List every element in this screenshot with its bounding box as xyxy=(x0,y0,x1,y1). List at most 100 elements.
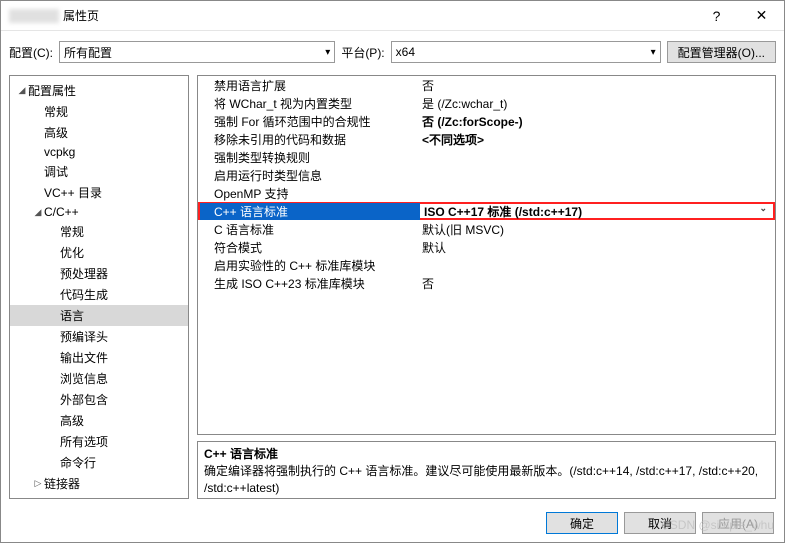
description-panel: C++ 语言标准 确定编译器将强制执行的 C++ 语言标准。建议尽可能使用最新版… xyxy=(197,441,776,499)
nav-tree[interactable]: ◢配置属性常规高级vcpkg调试VC++ 目录◢C/C++常规优化预处理器代码生… xyxy=(9,75,189,499)
property-row[interactable]: 强制 For 循环范围中的合规性否 (/Zc:forScope-) xyxy=(198,112,775,130)
platform-label: 平台(P): xyxy=(341,44,384,61)
tree-item[interactable]: 预编译头 xyxy=(10,326,188,347)
property-row[interactable]: 移除未引用的代码和数据<不同选项> xyxy=(198,130,775,148)
property-key: 强制 For 循环范围中的合规性 xyxy=(198,113,418,130)
tree-item-label: 清单工具 xyxy=(44,496,92,499)
tree-item-label: VC++ 目录 xyxy=(44,184,102,201)
config-value: 所有配置 xyxy=(64,44,112,61)
tree-item-label: 预处理器 xyxy=(60,265,108,282)
tree-twisty-icon: ◢ xyxy=(32,207,44,218)
tree-item[interactable]: ▷清单工具 xyxy=(10,494,188,499)
property-row[interactable]: 将 WChar_t 视为内置类型是 (/Zc:wchar_t) xyxy=(198,94,775,112)
tree-item-label: 预编译头 xyxy=(60,328,108,345)
property-row[interactable]: 启用实验性的 C++ 标准库模块 xyxy=(198,256,775,274)
description-title: C++ 语言标准 xyxy=(204,446,769,463)
property-key: 启用运行时类型信息 xyxy=(198,167,418,184)
tree-twisty-icon: ◢ xyxy=(16,85,28,96)
property-key: 强制类型转换规则 xyxy=(198,149,418,166)
tree-item[interactable]: 常规 xyxy=(10,101,188,122)
property-key: 启用实验性的 C++ 标准库模块 xyxy=(198,257,418,274)
tree-item[interactable]: 浏览信息 xyxy=(10,368,188,389)
property-row[interactable]: C 语言标准默认(旧 MSVC) xyxy=(198,220,775,238)
app-name-blur xyxy=(9,9,59,23)
chevron-down-icon: ▾ xyxy=(651,47,656,58)
tree-item[interactable]: 预处理器 xyxy=(10,263,188,284)
apply-button[interactable]: 应用(A) xyxy=(702,512,774,534)
property-row[interactable]: 符合模式默认 xyxy=(198,238,775,256)
tree-item[interactable]: 优化 xyxy=(10,242,188,263)
tree-item-label: 常规 xyxy=(60,223,84,240)
tree-item-label: 链接器 xyxy=(44,475,80,492)
tree-item[interactable]: 常规 xyxy=(10,221,188,242)
tree-item[interactable]: 输出文件 xyxy=(10,347,188,368)
property-value: 默认(旧 MSVC) xyxy=(418,221,775,238)
tree-item[interactable]: 高级 xyxy=(10,410,188,431)
property-key: 禁用语言扩展 xyxy=(198,77,418,94)
titlebar: 属性页 ? ✕ xyxy=(1,1,784,31)
config-combo[interactable]: 所有配置 ▾ xyxy=(59,41,335,63)
chevron-down-icon[interactable]: ⌄ xyxy=(759,203,767,214)
property-value: ISO C++17 标准 (/std:c++17)⌄ xyxy=(420,203,773,220)
property-key: OpenMP 支持 xyxy=(198,185,418,202)
tree-item[interactable]: vcpkg xyxy=(10,143,188,161)
property-key: C++ 语言标准 xyxy=(200,203,420,220)
tree-item[interactable]: 语言 xyxy=(10,305,188,326)
property-key: 移除未引用的代码和数据 xyxy=(198,131,418,148)
property-grid[interactable]: 禁用语言扩展否将 WChar_t 视为内置类型是 (/Zc:wchar_t)强制… xyxy=(197,75,776,435)
tree-item-label: 浏览信息 xyxy=(60,370,108,387)
tree-item-label: 语言 xyxy=(60,307,84,324)
property-value: 否 xyxy=(418,275,775,292)
property-value: 是 (/Zc:wchar_t) xyxy=(418,95,775,112)
tree-item[interactable]: 外部包含 xyxy=(10,389,188,410)
tree-item-label: 输出文件 xyxy=(60,349,108,366)
chevron-down-icon: ▾ xyxy=(325,47,330,58)
help-button[interactable]: ? xyxy=(694,1,739,31)
property-row[interactable]: OpenMP 支持 xyxy=(198,184,775,202)
tree-item[interactable]: ◢C/C++ xyxy=(10,203,188,221)
property-value: 否 xyxy=(418,77,775,94)
config-label: 配置(C): xyxy=(9,44,53,61)
ok-button[interactable]: 确定 xyxy=(546,512,618,534)
property-row[interactable]: C++ 语言标准ISO C++17 标准 (/std:c++17)⌄ xyxy=(198,202,775,220)
property-row[interactable]: 生成 ISO C++23 标准库模块否 xyxy=(198,274,775,292)
tree-item-label: vcpkg xyxy=(44,145,75,159)
property-value: <不同选项> xyxy=(418,131,775,148)
toolbar: 配置(C): 所有配置 ▾ 平台(P): x64 ▾ 配置管理器(O)... xyxy=(1,37,784,67)
tree-item[interactable]: 命令行 xyxy=(10,452,188,473)
tree-item-label: 高级 xyxy=(44,124,68,141)
property-row[interactable]: 启用运行时类型信息 xyxy=(198,166,775,184)
property-key: 将 WChar_t 视为内置类型 xyxy=(198,95,418,112)
property-key: C 语言标准 xyxy=(198,221,418,238)
tree-item[interactable]: 调试 xyxy=(10,161,188,182)
tree-item-label: 配置属性 xyxy=(28,82,76,99)
tree-item[interactable]: ◢配置属性 xyxy=(10,80,188,101)
config-manager-button[interactable]: 配置管理器(O)... xyxy=(667,41,776,63)
tree-item-label: 外部包含 xyxy=(60,391,108,408)
tree-item-label: 调试 xyxy=(44,163,68,180)
dialog-buttons: 确定 取消 应用(A) xyxy=(546,512,774,534)
tree-item-label: 优化 xyxy=(60,244,84,261)
platform-value: x64 xyxy=(396,45,415,59)
description-body: 确定编译器将强制执行的 C++ 语言标准。建议尽可能使用最新版本。(/std:c… xyxy=(204,463,769,497)
tree-item[interactable]: VC++ 目录 xyxy=(10,182,188,203)
tree-item-label: C/C++ xyxy=(44,205,79,219)
property-key: 生成 ISO C++23 标准库模块 xyxy=(198,275,418,292)
property-value: 默认 xyxy=(418,239,775,256)
tree-twisty-icon: ▷ xyxy=(32,478,44,489)
tree-item-label: 命令行 xyxy=(60,454,96,471)
tree-item[interactable]: 代码生成 xyxy=(10,284,188,305)
cancel-button[interactable]: 取消 xyxy=(624,512,696,534)
tree-item-label: 代码生成 xyxy=(60,286,108,303)
tree-item[interactable]: ▷链接器 xyxy=(10,473,188,494)
property-key: 符合模式 xyxy=(198,239,418,256)
window-title: 属性页 xyxy=(63,7,99,24)
property-row[interactable]: 强制类型转换规则 xyxy=(198,148,775,166)
property-row[interactable]: 禁用语言扩展否 xyxy=(198,76,775,94)
close-button[interactable]: ✕ xyxy=(739,1,784,31)
tree-item-label: 所有选项 xyxy=(60,433,108,450)
property-value: 否 (/Zc:forScope-) xyxy=(418,113,775,130)
tree-item[interactable]: 所有选项 xyxy=(10,431,188,452)
platform-combo[interactable]: x64 ▾ xyxy=(391,41,661,63)
tree-item[interactable]: 高级 xyxy=(10,122,188,143)
